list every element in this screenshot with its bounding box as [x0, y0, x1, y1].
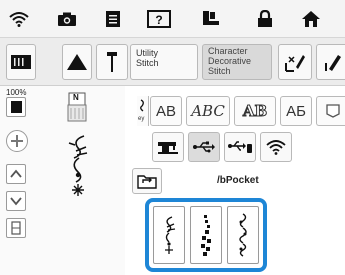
tab-utility-label-1: Utility — [136, 48, 158, 58]
font-block-tab[interactable]: AB — [150, 96, 182, 126]
pattern-tab-partial[interactable]: ey — [137, 96, 149, 126]
scroll-up-button[interactable] — [6, 164, 26, 184]
camera-icon[interactable] — [56, 9, 78, 29]
pocket-tab[interactable] — [316, 96, 345, 126]
thread-color-button[interactable] — [6, 97, 26, 117]
mode-tab-bar: Utility Stitch Character Decorative Stit… — [0, 38, 345, 86]
foot-code-label: N — [73, 93, 79, 102]
tab-character-label-2: Decorative — [208, 56, 252, 66]
lock-icon[interactable] — [254, 9, 276, 29]
home-icon[interactable] — [300, 9, 322, 29]
parent-folder-button[interactable] — [132, 168, 162, 194]
wireless-button[interactable] — [260, 132, 292, 162]
pocket-icon — [325, 104, 340, 118]
folder-up-icon — [137, 175, 157, 189]
usb-device-icon — [228, 141, 252, 153]
document-icon[interactable] — [102, 9, 124, 29]
font-cyrillic-tab[interactable]: АБ — [280, 96, 312, 126]
font-script-tab[interactable]: ABC — [186, 96, 230, 126]
stitch-preview — [66, 134, 92, 198]
wifi-icon[interactable] — [8, 9, 30, 29]
chevron-down-icon — [10, 197, 22, 206]
tab-character-label-3: Stitch — [208, 66, 231, 76]
page-button[interactable] — [6, 218, 26, 238]
font-cyrillic-label: АБ — [286, 102, 306, 120]
needle-tab-button[interactable] — [96, 44, 128, 80]
file-tile[interactable] — [190, 206, 222, 264]
top-toolbar: ? — [0, 0, 345, 38]
wifi-icon — [266, 140, 286, 155]
file-tile[interactable] — [153, 206, 185, 264]
help-icon[interactable]: ? — [146, 9, 172, 29]
pen-tab-button[interactable] — [316, 44, 345, 80]
font-outline-tab[interactable]: AB — [234, 96, 276, 126]
stitch-file-icon — [239, 213, 247, 257]
font-script-label: ABC — [191, 102, 225, 120]
page-icon — [11, 221, 21, 235]
color-swatch-icon — [10, 101, 22, 113]
svg-text:?: ? — [155, 13, 162, 27]
pattern-book-button[interactable] — [6, 44, 36, 80]
stitch-file-icon — [201, 215, 211, 256]
plus-icon — [11, 135, 23, 147]
triangle-tab-button[interactable] — [62, 44, 92, 80]
usb-port-2-button[interactable] — [224, 132, 256, 162]
add-button[interactable] — [6, 130, 28, 152]
edit-pattern-button[interactable] — [278, 44, 312, 80]
tab-character-decorative-stitch[interactable]: Character Decorative Stitch — [202, 44, 272, 80]
zoom-level: 100% — [6, 88, 27, 97]
chevron-up-icon — [10, 169, 22, 178]
presser-foot-indicator: N — [66, 92, 88, 124]
scroll-down-button[interactable] — [6, 191, 26, 211]
tab-utility-label-2: Stitch — [136, 58, 159, 68]
current-path: /bPocket — [217, 175, 259, 186]
pattern-tab-partial-label: ey — [138, 116, 145, 122]
usb-port-1-button[interactable] — [188, 132, 220, 162]
file-tile[interactable] — [227, 206, 259, 264]
sewing-machine-icon — [158, 142, 178, 154]
stitch-file-icon — [165, 216, 176, 254]
font-block-label: AB — [155, 102, 176, 120]
machine-memory-button[interactable] — [152, 132, 184, 162]
file-list-highlight — [145, 198, 267, 272]
font-outline-label: AB — [242, 102, 268, 121]
usb-icon — [193, 141, 215, 153]
tab-utility-stitch[interactable]: Utility Stitch — [130, 44, 198, 80]
presser-foot-icon[interactable] — [200, 9, 222, 29]
tab-character-label-1: Character — [208, 46, 248, 56]
